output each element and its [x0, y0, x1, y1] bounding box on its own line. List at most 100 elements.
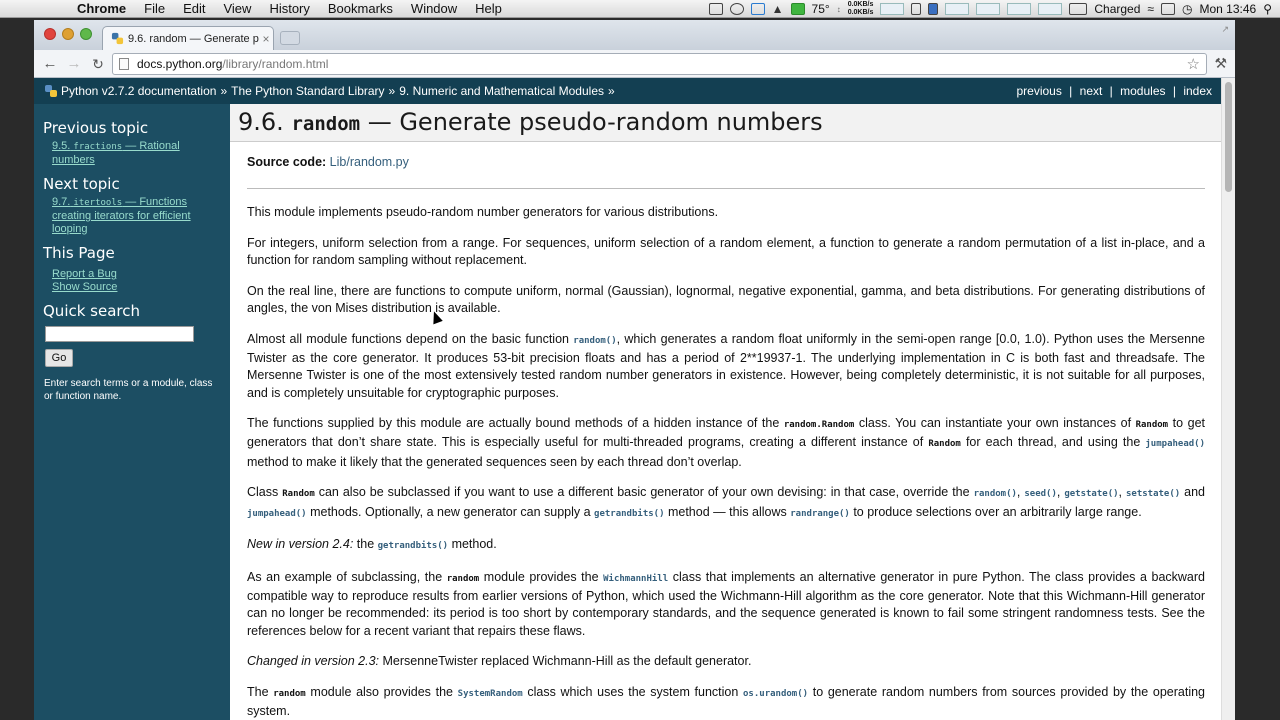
breadcrumb-standard-library[interactable]: The Python Standard Library: [231, 84, 384, 98]
display-icon[interactable]: [1161, 3, 1175, 15]
divider: [247, 188, 1205, 190]
getrandbits-link[interactable]: getrandbits(): [378, 541, 448, 551]
systemrandom-link[interactable]: SystemRandom: [458, 689, 523, 699]
previous-topic-heading: Previous topic: [43, 119, 149, 137]
camera-icon[interactable]: [708, 3, 723, 15]
nav-separator: |: [1109, 84, 1113, 98]
vertical-scrollbar[interactable]: [1221, 78, 1235, 720]
this-page-heading: This Page: [43, 244, 115, 262]
getrandbits-link[interactable]: getrandbits(): [594, 509, 664, 519]
python-favicon-icon: [111, 32, 124, 45]
address-bar[interactable]: docs.python.org/library/random.html ☆: [112, 53, 1207, 75]
nav-modules-link[interactable]: modules: [1120, 84, 1165, 98]
network-speed[interactable]: 0.0KB/s 0.0KB/s: [848, 1, 874, 17]
setstate-link[interactable]: setstate(): [1126, 489, 1180, 499]
new-tab-button[interactable]: [280, 31, 300, 45]
activity-meter[interactable]: [880, 3, 905, 15]
bookmark-star-icon[interactable]: ☆: [1187, 55, 1200, 73]
quick-search-section: Quick search Go Enter search terms or a …: [34, 302, 230, 403]
quick-search-heading: Quick search: [43, 302, 141, 320]
menu-file[interactable]: File: [135, 0, 174, 18]
menu-view[interactable]: View: [214, 0, 260, 18]
p5-text-e: method to make it likely that the genera…: [247, 454, 742, 469]
jumpahead-link[interactable]: jumpahead(): [1145, 439, 1205, 449]
back-button[interactable]: ←: [40, 54, 60, 74]
green-status-icon[interactable]: [790, 3, 805, 15]
report-bug-link[interactable]: Report a Bug: [52, 268, 220, 281]
menu-edit[interactable]: Edit: [174, 0, 214, 18]
menu-app-name[interactable]: Chrome: [68, 0, 135, 18]
url-host: docs.python.org: [137, 57, 223, 71]
tab-random-docs[interactable]: 9.6. random — Generate ps… ×: [102, 26, 274, 50]
forward-button[interactable]: →: [64, 54, 84, 74]
memory-icon[interactable]: [928, 3, 939, 15]
scrollbar-thumb[interactable]: [1225, 82, 1232, 192]
paragraph-version-2-3: Changed in version 2.3: MersenneTwister …: [247, 653, 1205, 670]
time-machine-icon[interactable]: ◷: [1182, 2, 1192, 16]
p7-text-b: method.: [448, 537, 497, 552]
breadcrumb-numeric-modules[interactable]: 9. Numeric and Mathematical Modules: [399, 84, 604, 98]
search-go-button[interactable]: Go: [45, 349, 73, 367]
show-source-link[interactable]: Show Source: [52, 281, 220, 294]
menu-window[interactable]: Window: [402, 0, 466, 18]
source-link[interactable]: Lib/random.py: [330, 155, 409, 169]
wrench-menu-icon[interactable]: ⚒: [1214, 55, 1227, 72]
paragraph-mersenne: Almost all module functions depend on th…: [247, 331, 1205, 402]
network-meter-4[interactable]: [1038, 3, 1063, 15]
app-status-icon[interactable]: [729, 3, 744, 15]
battery-icon[interactable]: [1069, 3, 1088, 15]
menu-history[interactable]: History: [260, 0, 318, 18]
flame-icon[interactable]: ▲: [772, 2, 784, 16]
spotlight-search-icon[interactable]: ⚲: [1263, 2, 1272, 16]
page-title: 9.6. random — Generate pseudo-random num…: [230, 104, 1221, 142]
cpu-bars-icon[interactable]: [911, 3, 922, 15]
random-func-link[interactable]: random(): [974, 489, 1017, 499]
wichmannhill-link[interactable]: WichmannHill: [603, 574, 668, 584]
dropbox-icon[interactable]: [750, 3, 765, 15]
source-code-line: Source code: Lib/random.py: [247, 154, 1205, 171]
p5-text-d: for each thread, and using the: [960, 435, 1146, 450]
random-module-code: random: [446, 573, 480, 584]
previous-topic-link[interactable]: 9.5. fractions — Rational numbers: [52, 140, 220, 167]
window-resize-icon[interactable]: ↗: [1221, 24, 1229, 35]
window-minimize-button[interactable]: [62, 28, 74, 40]
next-topic-link[interactable]: 9.7. itertools — Functions creating iter…: [52, 196, 220, 236]
prev-module: fractions: [73, 142, 123, 152]
nav-separator: |: [1069, 84, 1073, 98]
nav-index-link[interactable]: index: [1183, 84, 1212, 98]
battery-status[interactable]: Charged: [1094, 2, 1140, 16]
p8-text-b: module provides the: [479, 569, 604, 584]
nav-next-link[interactable]: next: [1080, 84, 1103, 98]
page-content: Source code: Lib/random.py This module i…: [247, 154, 1205, 720]
search-input[interactable]: [45, 326, 194, 342]
network-meter-2[interactable]: [976, 3, 1001, 15]
p6-text-f: and: [1180, 485, 1205, 500]
p6-text-b: can also be subclassed if you want to us…: [314, 485, 974, 500]
breadcrumb: Python v2.7.2 documentation » The Python…: [34, 84, 619, 98]
clock[interactable]: Mon 13:46: [1199, 2, 1256, 16]
breadcrumb-python-docs[interactable]: Python v2.7.2 documentation: [61, 84, 216, 98]
window-close-button[interactable]: [44, 28, 56, 40]
jumpahead-link[interactable]: jumpahead(): [247, 509, 307, 519]
network-meter-1[interactable]: [945, 3, 970, 15]
seed-link[interactable]: seed(): [1024, 489, 1057, 499]
wifi-icon[interactable]: ≈: [1147, 2, 1154, 16]
getstate-link[interactable]: getstate(): [1064, 489, 1118, 499]
next-module: itertools: [73, 198, 123, 208]
nav-previous-link[interactable]: previous: [1016, 84, 1061, 98]
sidebar: Previous topic 9.5. fractions — Rational…: [34, 104, 230, 720]
tab-close-icon[interactable]: ×: [259, 32, 273, 46]
window-zoom-button[interactable]: [80, 28, 92, 40]
reload-button[interactable]: ↻: [88, 54, 108, 74]
network-meter-3[interactable]: [1007, 3, 1032, 15]
tab-strip: 9.6. random — Generate ps… × ↗: [34, 20, 1235, 50]
module-name: random: [291, 113, 361, 135]
temperature-readout[interactable]: 75°: [812, 2, 830, 16]
paragraph-wichmann-hill: As an example of subclassing, the random…: [247, 569, 1205, 640]
menu-bookmarks[interactable]: Bookmarks: [319, 0, 402, 18]
random-func-link[interactable]: random(): [573, 336, 616, 346]
urandom-link[interactable]: os.urandom(): [743, 689, 808, 699]
next-topic-section: Next topic 9.7. itertools — Functions cr…: [34, 175, 230, 236]
menu-help[interactable]: Help: [466, 0, 511, 18]
randrange-link[interactable]: randrange(): [790, 509, 850, 519]
